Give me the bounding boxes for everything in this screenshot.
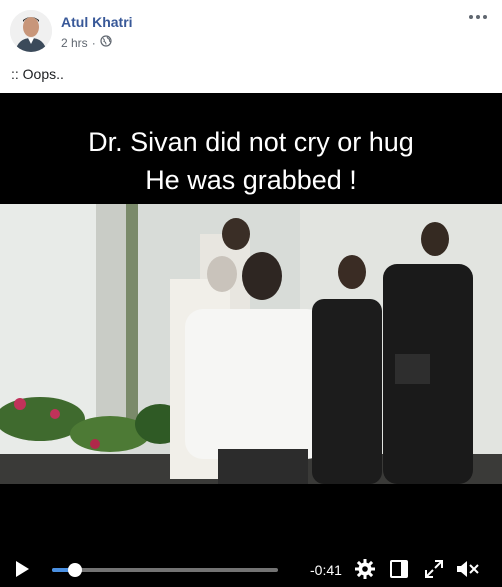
author-name[interactable]: Atul Khatri: [61, 14, 133, 30]
post-header: Atul Khatri 2 hrs ·: [0, 0, 502, 60]
fullscreen-icon[interactable]: [423, 558, 445, 585]
gear-icon[interactable]: [354, 558, 376, 585]
post-meta: 2 hrs ·: [61, 35, 112, 50]
picture-in-picture-icon[interactable]: [388, 558, 410, 585]
post-caption: :: Oops..: [11, 66, 64, 82]
post-time[interactable]: 2 hrs: [61, 36, 88, 50]
video-controls: -0:41: [0, 551, 502, 587]
progress-scrubber[interactable]: [67, 563, 82, 577]
avatar[interactable]: [10, 10, 52, 52]
globe-icon[interactable]: [100, 35, 112, 50]
play-icon[interactable]: [12, 559, 32, 584]
video-player[interactable]: Dr. Sivan did not cry or hug He was grab…: [0, 93, 502, 587]
time-remaining: -0:41: [310, 562, 342, 578]
volume-muted-icon[interactable]: [455, 558, 481, 585]
progress-bar[interactable]: [52, 563, 278, 577]
video-frame[interactable]: [0, 204, 502, 484]
more-options-icon[interactable]: [468, 10, 488, 24]
meta-separator: ·: [91, 35, 96, 50]
video-overlay-text: Dr. Sivan did not cry or hug He was grab…: [0, 123, 502, 199]
video-overlay-line1: Dr. Sivan did not cry or hug: [88, 127, 414, 157]
video-overlay-line2: He was grabbed !: [145, 165, 357, 195]
